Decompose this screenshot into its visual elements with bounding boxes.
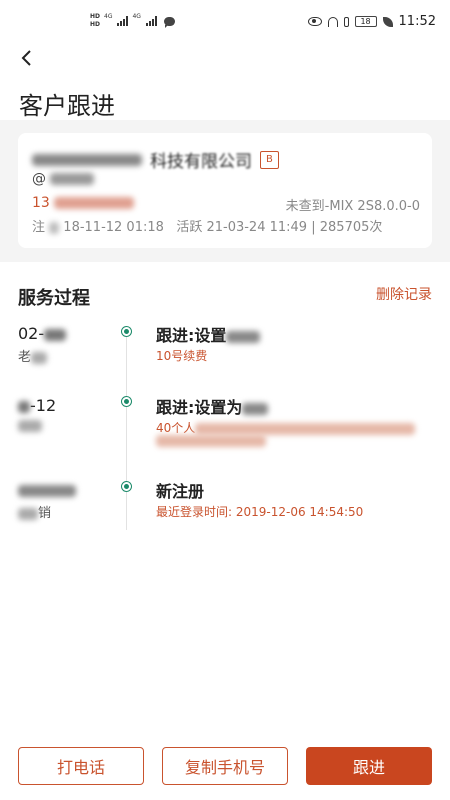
nfc-icon <box>343 16 349 27</box>
delete-record-link[interactable]: 删除记录 <box>376 284 432 304</box>
timeline-dot <box>122 327 131 336</box>
timeline-date: -12 <box>18 396 56 415</box>
customer-meta: 注 18-11-12 01:18 活跃 21-03-24 11:49 | 285… <box>32 216 382 235</box>
timeline-desc: 最近登录时间: 2019-12-06 14:54:50 <box>156 505 364 519</box>
device-info: 未查到-MIX 2S8.0.0-0 <box>285 199 420 214</box>
status-bar: HD HD 4G 4G 18 11:52 <box>0 0 450 44</box>
headset-icon <box>327 16 338 27</box>
timeline-desc: 10号续费 <box>156 349 208 363</box>
timeline-person: 老 <box>18 346 48 365</box>
follow-up-button[interactable]: 跟进 <box>306 747 432 785</box>
active-label: 活跃 <box>176 220 203 235</box>
timeline-desc-line2 <box>156 433 266 447</box>
redacted-text <box>156 434 266 447</box>
register-date: 18-11-12 01:18 <box>63 220 164 235</box>
wechat-at: @ <box>32 171 46 187</box>
leaf-icon <box>382 16 393 27</box>
wechat-id: @ <box>32 171 95 187</box>
redacted-text <box>18 400 30 413</box>
redacted-text <box>54 197 135 209</box>
meta-separator: | <box>311 220 316 235</box>
customer-level-badge: B <box>260 150 279 169</box>
page-title: 客户跟进 <box>19 92 115 120</box>
timeline-date-text: -12 <box>30 396 57 415</box>
battery-icon: 18 <box>354 16 377 27</box>
signal-icon-2 <box>145 16 157 26</box>
phone-prefix: 13 <box>32 195 50 211</box>
status-bar-right: 18 11:52 <box>307 14 436 29</box>
hd-label-2: HD <box>90 21 101 28</box>
back-button[interactable] <box>14 44 38 72</box>
chevron-left-icon <box>21 50 31 66</box>
redacted-text <box>242 402 269 415</box>
company-name-row: 科技有限公司 B <box>32 147 279 172</box>
hd-label-1: HD <box>90 13 101 20</box>
service-process-title: 服务过程 <box>18 288 90 309</box>
status-bar-left: HD HD 4G 4G <box>90 13 175 29</box>
network-type-2: 4G <box>132 13 141 20</box>
active-date: 21-03-24 11:49 <box>206 220 308 235</box>
timeline-dot <box>122 482 131 491</box>
redacted-text <box>44 328 67 341</box>
network-type-1: 4G <box>104 13 113 20</box>
timeline-person-text: 老 <box>18 350 32 365</box>
timeline-line <box>126 330 127 530</box>
customer-card[interactable]: 科技有限公司 B @ 13 未查到-MIX 2S8.0.0-0 注 18-11-… <box>18 133 432 248</box>
timeline-date <box>18 480 76 499</box>
timeline-title-text: 跟进:设置为 <box>156 398 243 417</box>
redacted-text <box>226 330 261 343</box>
phone-number: 13 <box>32 195 135 211</box>
clock: 11:52 <box>398 14 436 29</box>
call-button[interactable]: 打电话 <box>18 747 144 785</box>
company-name: 科技有限公司 <box>150 152 252 172</box>
timeline-title: 跟进:设置 <box>156 322 261 346</box>
bottom-action-bar: 打电话 复制手机号 跟进 <box>0 740 450 800</box>
redacted-text <box>31 351 48 364</box>
timeline-person: 销 <box>18 502 51 521</box>
redacted-text <box>18 419 42 432</box>
redacted-text <box>18 484 76 497</box>
redacted-text <box>50 173 95 185</box>
timeline-date-text: 02- <box>18 324 45 343</box>
redacted-text <box>18 507 38 520</box>
timeline-person-text: 销 <box>38 506 52 521</box>
timeline-title: 跟进:设置为 <box>156 394 269 418</box>
chat-notification-icon <box>163 16 175 28</box>
redacted-text <box>49 221 60 234</box>
visit-count: 285705次 <box>319 220 383 235</box>
timeline-person <box>18 418 42 433</box>
timeline-dot <box>122 397 131 406</box>
timeline-title: 新注册 <box>156 482 205 501</box>
copy-phone-button[interactable]: 复制手机号 <box>162 747 288 785</box>
redacted-text <box>32 153 142 166</box>
register-label: 注 <box>32 220 46 235</box>
hd-indicator: HD HD <box>90 13 100 29</box>
signal-icon <box>117 16 129 26</box>
timeline-title-text: 跟进:设置 <box>156 326 227 345</box>
timeline-date: 02- <box>18 324 67 343</box>
eye-icon <box>307 17 322 26</box>
